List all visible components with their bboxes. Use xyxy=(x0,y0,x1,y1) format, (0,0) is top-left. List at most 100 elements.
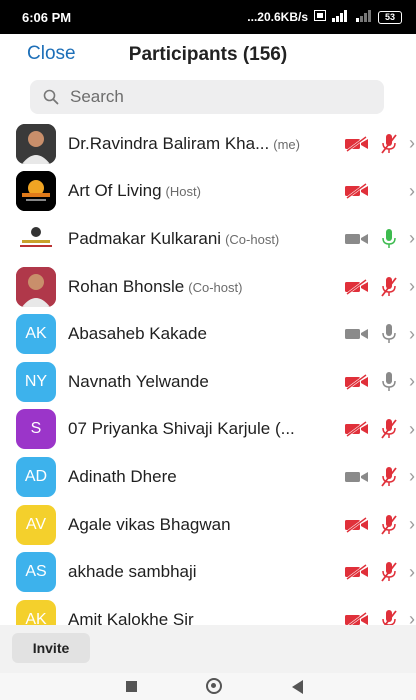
mic-on-icon xyxy=(382,324,396,344)
participant-name-wrap: 07 Priyanka Shivaji Karjule (... xyxy=(68,419,306,439)
chevron-right-icon[interactable]: › xyxy=(409,466,415,487)
chevron-right-icon[interactable]: › xyxy=(409,228,415,249)
signal-weak-icon xyxy=(356,9,372,25)
mic-muted-icon xyxy=(381,514,397,535)
participant-row[interactable]: NY Navnath Yelwande › xyxy=(0,358,416,406)
avatar: NY xyxy=(16,361,56,402)
art-of-living-logo-icon xyxy=(16,171,56,212)
participant-row[interactable]: Padmakar Kulkarani (Co-host) › xyxy=(0,215,416,263)
system-nav-bar xyxy=(0,673,416,700)
participant-name-wrap: Rohan Bhonsle (Co-host) xyxy=(68,277,306,297)
avatar-photo-icon xyxy=(16,266,56,307)
participant-name: Abasaheb Kakade xyxy=(68,324,207,344)
participant-name: Adinath Dhere xyxy=(68,466,177,486)
video-on-icon xyxy=(345,329,368,340)
participant-name: Padmakar Kulkarani xyxy=(68,228,222,248)
participant-name-wrap: Amit Kalokhe Sir xyxy=(68,610,306,625)
video-off-icon xyxy=(345,421,368,438)
video-off-icon xyxy=(345,183,368,200)
chevron-right-icon[interactable]: › xyxy=(409,324,415,345)
padmakar-logo-icon xyxy=(16,218,56,259)
mic-active-icon xyxy=(382,228,396,248)
mic-muted-icon xyxy=(382,609,397,625)
avatar: AK xyxy=(16,314,56,355)
recent-apps-icon[interactable] xyxy=(126,681,137,692)
participant-role: (Co-host) xyxy=(188,279,243,295)
chevron-right-icon[interactable]: › xyxy=(409,133,415,154)
chevron-right-icon[interactable]: › xyxy=(409,276,415,297)
network-speed: ...20.6KB/s xyxy=(247,10,308,24)
avatar: AD xyxy=(16,456,56,497)
participant-name: 07 Priyanka Shivaji Karjule (... xyxy=(68,419,295,439)
mic-muted-icon xyxy=(381,562,397,582)
chevron-right-icon[interactable]: › xyxy=(409,419,415,440)
participant-row[interactable]: AS akhade sambhaji › xyxy=(0,548,416,596)
participant-name-wrap: Agale vikas Bhagwan xyxy=(68,515,306,535)
video-on-icon xyxy=(345,233,368,244)
chevron-right-icon[interactable]: › xyxy=(409,562,415,583)
video-off-icon xyxy=(345,135,368,152)
participant-name: Navnath Yelwande xyxy=(68,371,209,391)
participant-list[interactable]: Dr.Ravindra Baliram Kha... (me) › Art Of Li… xyxy=(0,120,416,625)
participant-name-wrap: Adinath Dhere xyxy=(68,467,306,487)
video-on-icon xyxy=(345,471,368,482)
mic-muted-icon xyxy=(381,276,397,297)
search-input[interactable] xyxy=(68,86,372,108)
participant-name-wrap: Art Of Living (Host) xyxy=(68,181,306,201)
participant-row[interactable]: Dr.Ravindra Baliram Kha... (me) › xyxy=(0,120,416,168)
battery-icon: 53 xyxy=(378,10,402,24)
avatar xyxy=(16,123,56,164)
mic-muted-icon xyxy=(381,133,397,154)
chevron-right-icon[interactable]: › xyxy=(409,371,415,392)
back-icon[interactable] xyxy=(292,680,303,694)
mic-muted-icon xyxy=(381,419,397,439)
participant-row[interactable]: Rohan Bhonsle (Co-host) › xyxy=(0,263,416,311)
status-bar: 6:06 PM ...20.6KB/s 53 xyxy=(0,0,416,34)
status-indicators: ...20.6KB/s 53 xyxy=(247,9,402,25)
search-bar[interactable] xyxy=(30,80,384,114)
participant-row[interactable]: AK Amit Kalokhe Sir › xyxy=(0,596,416,625)
participant-row[interactable]: AK Abasaheb Kakade › xyxy=(0,310,416,358)
avatar: AS xyxy=(16,552,56,593)
avatar xyxy=(16,266,56,307)
chevron-right-icon[interactable]: › xyxy=(409,514,415,535)
page-title: Participants (156) xyxy=(128,44,288,65)
footer-bar: Invite xyxy=(0,625,416,673)
chevron-right-icon[interactable]: › xyxy=(409,609,415,625)
avatar xyxy=(16,218,56,259)
participant-name: Dr.Ravindra Baliram Kha... xyxy=(68,133,270,153)
participants-header: Close Participants (156) xyxy=(0,34,416,76)
participant-name-wrap: Navnath Yelwande xyxy=(68,372,306,392)
participant-row[interactable]: AD Adinath Dhere › xyxy=(0,453,416,501)
participant-name: Agale vikas Bhagwan xyxy=(68,514,231,534)
participant-row[interactable]: S 07 Priyanka Shivaji Karjule (... › xyxy=(0,406,416,454)
search-icon xyxy=(43,89,59,105)
chevron-right-icon[interactable]: › xyxy=(409,181,415,202)
participant-row[interactable]: AV Agale vikas Bhagwan › xyxy=(0,501,416,549)
signal-icon xyxy=(332,9,350,25)
avatar-photo-icon xyxy=(16,123,56,164)
participant-name-wrap: Dr.Ravindra Baliram Kha... (me) xyxy=(68,134,306,154)
video-off-icon xyxy=(345,278,368,295)
video-off-icon xyxy=(345,516,368,533)
participant-role: (me) xyxy=(273,136,300,152)
participant-role: (Host) xyxy=(165,184,201,200)
avatar: S xyxy=(16,409,56,450)
mic-on-icon xyxy=(382,371,396,391)
video-off-icon xyxy=(345,373,368,390)
participant-name: Amit Kalokhe Sir xyxy=(68,609,194,625)
video-off-icon xyxy=(345,611,368,625)
participant-name: Art Of Living xyxy=(68,181,162,201)
participant-name-wrap: Padmakar Kulkarani (Co-host) xyxy=(68,229,306,249)
invite-button[interactable]: Invite xyxy=(12,633,90,663)
home-icon[interactable] xyxy=(206,678,222,694)
participant-name: akhade sambhaji xyxy=(68,562,197,582)
avatar: AV xyxy=(16,504,56,545)
status-time: 6:06 PM xyxy=(22,9,72,25)
participant-name: Rohan Bhonsle xyxy=(68,276,185,296)
participant-row[interactable]: Art Of Living (Host) › xyxy=(0,168,416,216)
participant-name-wrap: Abasaheb Kakade xyxy=(68,324,306,344)
participant-name-wrap: akhade sambhaji xyxy=(68,562,306,582)
avatar xyxy=(16,171,56,212)
participant-role: (Co-host) xyxy=(225,231,280,247)
